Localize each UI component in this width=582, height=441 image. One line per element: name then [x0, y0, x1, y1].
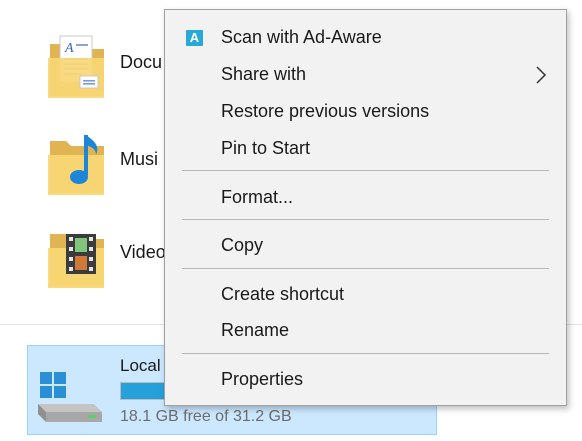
context-menu: A Scan with Ad-Aware Share with Restore …	[164, 9, 567, 406]
folder-videos-label: Video	[120, 242, 166, 262]
menu-separator	[182, 353, 549, 354]
windows-drive-icon	[38, 372, 102, 422]
menu-item-restore-previous-versions[interactable]: Restore previous versions	[165, 94, 566, 128]
videos-folder-icon	[48, 234, 104, 288]
menu-item-copy[interactable]: Copy	[165, 228, 566, 262]
menu-separator	[182, 219, 549, 220]
menu-item-format[interactable]: Format...	[165, 180, 566, 214]
menu-item-label: Pin to Start	[221, 138, 311, 158]
menu-item-share-with[interactable]: Share with	[165, 57, 566, 91]
folder-documents-label: Docu	[120, 52, 163, 72]
ad-aware-icon: A	[186, 30, 203, 46]
documents-folder-icon: A	[48, 35, 104, 98]
chevron-right-icon	[536, 66, 547, 84]
menu-item-create-shortcut[interactable]: Create shortcut	[165, 277, 566, 311]
menu-item-label: Scan with Ad-Aware	[221, 27, 382, 47]
menu-item-label: Copy	[221, 235, 264, 255]
menu-item-properties[interactable]: Properties	[165, 362, 566, 396]
drive-label: Local	[120, 356, 161, 375]
menu-item-pin-to-start[interactable]: Pin to Start	[165, 131, 566, 165]
menu-item-scan-ad-aware[interactable]: A Scan with Ad-Aware	[165, 20, 566, 54]
menu-item-label: Create shortcut	[221, 284, 345, 304]
menu-item-label: Share with	[221, 64, 307, 84]
menu-item-rename[interactable]: Rename	[165, 313, 566, 347]
menu-item-label: Restore previous versions	[221, 101, 430, 121]
menu-separator	[182, 170, 549, 171]
music-folder-icon	[48, 135, 104, 195]
menu-separator	[182, 268, 549, 269]
svg-text:A: A	[64, 41, 74, 56]
drive-free-space: 18.1 GB free of 31.2 GB	[120, 408, 292, 425]
menu-item-label: Properties	[221, 369, 304, 389]
menu-item-label: Rename	[221, 320, 290, 340]
menu-item-label: Format...	[221, 187, 294, 207]
folder-music-label: Musi	[120, 149, 159, 169]
